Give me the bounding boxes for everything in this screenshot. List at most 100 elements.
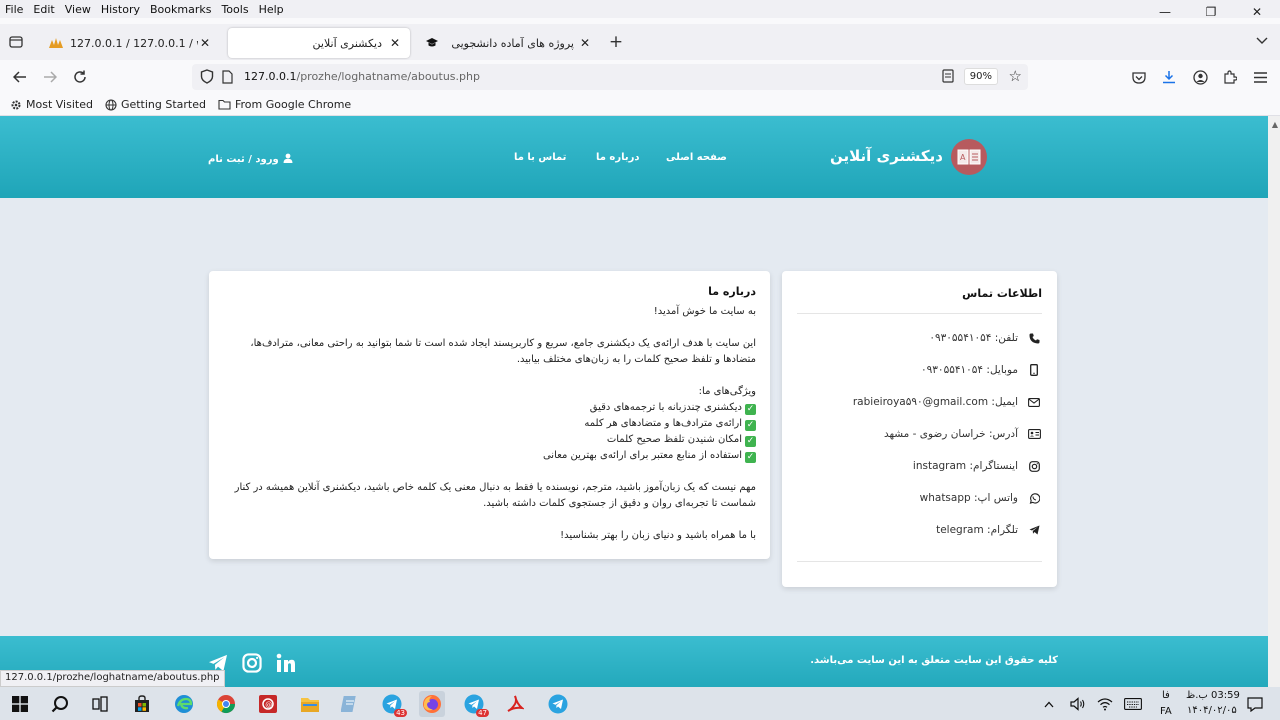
close-window-icon[interactable]: ✕: [1234, 0, 1280, 24]
pocket-icon[interactable]: [1129, 67, 1149, 87]
contact-row-mobile: موبایل: ۰۹۳۰۵۵۴۱۰۵۴: [797, 354, 1042, 386]
chevron-down-icon[interactable]: [1256, 34, 1268, 48]
telegram-app-icon[interactable]: [545, 691, 571, 717]
close-tab-icon[interactable]: ✕: [198, 36, 212, 50]
login-register-link[interactable]: ورود / ثبت نام: [208, 153, 293, 166]
bookmark-from-google-chrome[interactable]: From Google Chrome: [218, 98, 351, 111]
taskbar: @ 43 47 فا FA 03:59 ب.ظ ۱۴۰۴/۰۲/۰۵: [0, 687, 1280, 720]
acrobat-icon[interactable]: [502, 691, 528, 717]
nav-contact[interactable]: تماس با ما: [514, 152, 566, 163]
firefox-icon[interactable]: [419, 691, 445, 717]
feature-item: ✓امکان شنیدن تلفظ صحیح کلمات: [606, 434, 756, 447]
list-all-tabs-icon[interactable]: [6, 32, 26, 52]
tab-student-projects[interactable]: پروژه های آماده دانشجویی ✕: [416, 28, 600, 58]
shield-icon[interactable]: [200, 69, 214, 87]
instagram-icon[interactable]: [241, 652, 263, 674]
new-tab-icon[interactable]: +: [606, 33, 626, 53]
menu-tools[interactable]: Tools: [216, 3, 253, 16]
check-icon: ✓: [745, 435, 756, 447]
about-title: درباره ما: [708, 285, 756, 298]
book-logo-icon[interactable]: A: [951, 139, 987, 175]
contact-row-instagram[interactable]: اینستاگرام: instagram: [797, 450, 1042, 482]
site-title[interactable]: دیکشنری آنلاین: [830, 147, 943, 165]
whatsapp-icon: [1026, 492, 1042, 504]
nav-about[interactable]: درباره ما: [596, 152, 640, 163]
minimize-icon[interactable]: —: [1142, 0, 1188, 24]
forward-icon[interactable]: [39, 66, 61, 88]
menu-history[interactable]: History: [96, 3, 145, 16]
wifi-icon[interactable]: [1094, 691, 1116, 717]
url-text[interactable]: 127.0.0.1/prozhe/loghatname/aboutus.php: [244, 70, 480, 83]
bookmarks-toolbar: Most Visited Getting Started From Google…: [0, 94, 1280, 116]
chrome-icon[interactable]: [213, 691, 239, 717]
menu-file[interactable]: File: [0, 3, 28, 16]
downloads-icon[interactable]: [1159, 67, 1179, 87]
back-icon[interactable]: [9, 66, 31, 88]
bookmark-star-icon[interactable]: ☆: [1009, 67, 1022, 85]
navigation-bar: 127.0.0.1/prozhe/loghatname/aboutus.php …: [0, 60, 1280, 94]
contact-row-telegram[interactable]: تلگرام: telegram: [797, 514, 1042, 546]
tab-title: پروژه های آماده دانشجویی: [451, 36, 574, 50]
menu-bar: File Edit View History Bookmarks Tools H…: [0, 0, 1280, 18]
reader-view-icon[interactable]: [942, 69, 954, 86]
hamburger-menu-icon[interactable]: [1250, 67, 1270, 87]
url-bar[interactable]: 127.0.0.1/prozhe/loghatname/aboutus.php …: [192, 64, 1028, 90]
file-explorer-icon[interactable]: [297, 691, 323, 717]
mobile-icon: [1026, 364, 1042, 376]
clock-date[interactable]: ۱۴۰۴/۰۲/۰۵: [1187, 705, 1237, 716]
edge-icon[interactable]: [171, 691, 197, 717]
about-card: درباره ما به سایت ما خوش آمدید! این سایت…: [209, 271, 770, 559]
window-controls: — ❐ ✕: [1142, 0, 1280, 24]
app-icon[interactable]: @: [255, 691, 281, 717]
tab-title: دیکشنری آنلاین: [312, 36, 382, 50]
contact-row-phone: تلفن: ۰۹۳۰۵۵۴۱۰۵۴: [797, 322, 1042, 354]
search-icon[interactable]: [47, 691, 73, 717]
task-view-icon[interactable]: [87, 691, 113, 717]
close-tab-icon[interactable]: ✕: [388, 36, 402, 50]
linkedin-icon[interactable]: [275, 652, 297, 674]
svg-text:A: A: [960, 153, 966, 162]
svg-text:@: @: [265, 701, 272, 709]
nav-home[interactable]: صفحه اصلی: [666, 152, 727, 163]
phone-icon: [1026, 333, 1042, 344]
menu-edit[interactable]: Edit: [28, 3, 59, 16]
notification-badge: 43: [394, 709, 407, 717]
account-icon[interactable]: [1190, 67, 1210, 87]
keyboard-icon[interactable]: [1122, 691, 1144, 717]
clock-time[interactable]: 03:59 ب.ظ: [1186, 690, 1240, 701]
input-language-fa[interactable]: فا: [1162, 690, 1170, 701]
page-icon[interactable]: [222, 70, 233, 87]
contact-row-whatsapp[interactable]: واتس اپ: whatsapp: [797, 482, 1042, 514]
site-header: A دیکشنری آنلاین صفحه اصلی درباره ما تما…: [0, 116, 1268, 198]
page-scrollbar[interactable]: [1268, 116, 1280, 687]
bookmark-most-visited[interactable]: Most Visited: [10, 98, 93, 111]
scroll-up-icon[interactable]: ▲: [1272, 120, 1278, 129]
store-icon[interactable]: [129, 691, 155, 717]
chevron-up-icon[interactable]: [1039, 691, 1059, 717]
reload-icon[interactable]: [69, 66, 91, 88]
tab-dictionary[interactable]: دیکشنری آنلاین ✕: [228, 28, 410, 58]
windows-start-icon[interactable]: [7, 691, 33, 717]
contact-row-email: ایمیل: rabieiroya۵۹۰@gmail.com: [797, 386, 1042, 418]
telegram-app-icon[interactable]: 43: [379, 691, 407, 717]
about-paragraph: مهم نیست که یک زبان‌آموز باشید، مترجم، ن…: [234, 482, 756, 509]
check-icon: ✓: [745, 403, 756, 415]
menu-view[interactable]: View: [60, 3, 96, 16]
input-language[interactable]: FA: [1160, 706, 1172, 717]
menu-bookmarks[interactable]: Bookmarks: [145, 3, 216, 16]
contact-title: اطلاعات تماس: [797, 287, 1042, 314]
extensions-icon[interactable]: [1220, 67, 1240, 87]
telegram-app-icon[interactable]: 47: [461, 691, 489, 717]
zoom-level[interactable]: 90%: [963, 68, 998, 85]
about-welcome: به سایت ما خوش آمدید!: [653, 306, 756, 317]
volume-icon[interactable]: [1067, 691, 1089, 717]
notepad-icon[interactable]: [337, 691, 363, 717]
bookmark-getting-started[interactable]: Getting Started: [105, 98, 206, 111]
menu-help[interactable]: Help: [254, 3, 289, 16]
restore-icon[interactable]: ❐: [1188, 0, 1234, 24]
notifications-icon[interactable]: [1244, 691, 1266, 717]
copyright-text: کلیه حقوق این سایت متعلق به این سایت می‌…: [810, 655, 1058, 666]
tab-strip: 127.0.0.1 / 127.0.0.1 / watch / u ✕ دیکش…: [0, 24, 1280, 60]
close-tab-icon[interactable]: ✕: [578, 36, 592, 50]
tab-phpmyadmin[interactable]: 127.0.0.1 / 127.0.0.1 / watch / u ✕: [40, 28, 220, 58]
